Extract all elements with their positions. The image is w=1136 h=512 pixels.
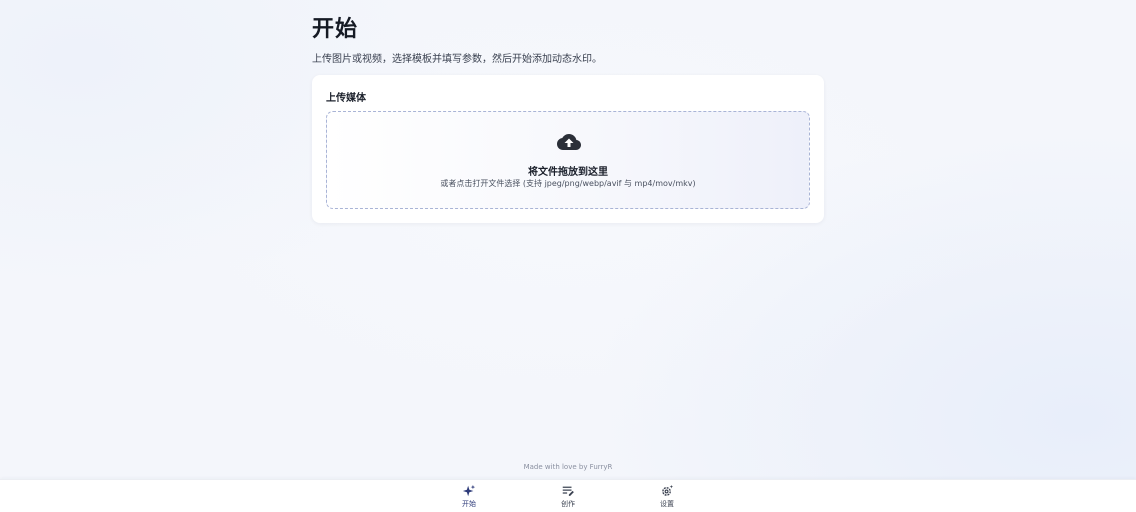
- upload-media-card: 上传媒体 将文件拖放到这里 或者点击打开文件选择 (支持 jpeg/png/we…: [312, 75, 824, 223]
- nav-item-create[interactable]: 创作: [538, 484, 598, 512]
- nav-item-settings[interactable]: 设置: [637, 484, 697, 512]
- card-title: 上传媒体: [326, 93, 366, 104]
- nav-label-create: 创作: [561, 500, 575, 508]
- page-title: 开始: [312, 17, 359, 42]
- cloud-upload-icon: [557, 134, 581, 150]
- sparkle-icon: [462, 484, 476, 497]
- page-subtitle: 上传图片或视频，选择模板并填写参数，然后开始添加动态水印。: [312, 54, 602, 65]
- dropzone-hint: 或者点击打开文件选择 (支持 jpeg/png/webp/avif 与 mp4/…: [440, 179, 696, 188]
- file-dropzone[interactable]: 将文件拖放到这里 或者点击打开文件选择 (支持 jpeg/png/webp/av…: [326, 111, 810, 209]
- dropzone-title: 将文件拖放到这里: [528, 167, 608, 178]
- bottom-navigation: 开始 创作 设置: [0, 479, 1136, 512]
- edit-note-icon: [562, 486, 574, 496]
- settings-gear-icon: [662, 484, 674, 496]
- nav-label-start: 开始: [462, 500, 476, 508]
- footer-credit: Made with love by FurryR: [523, 463, 613, 471]
- nav-label-settings: 设置: [660, 500, 674, 508]
- nav-item-start[interactable]: 开始: [439, 484, 499, 512]
